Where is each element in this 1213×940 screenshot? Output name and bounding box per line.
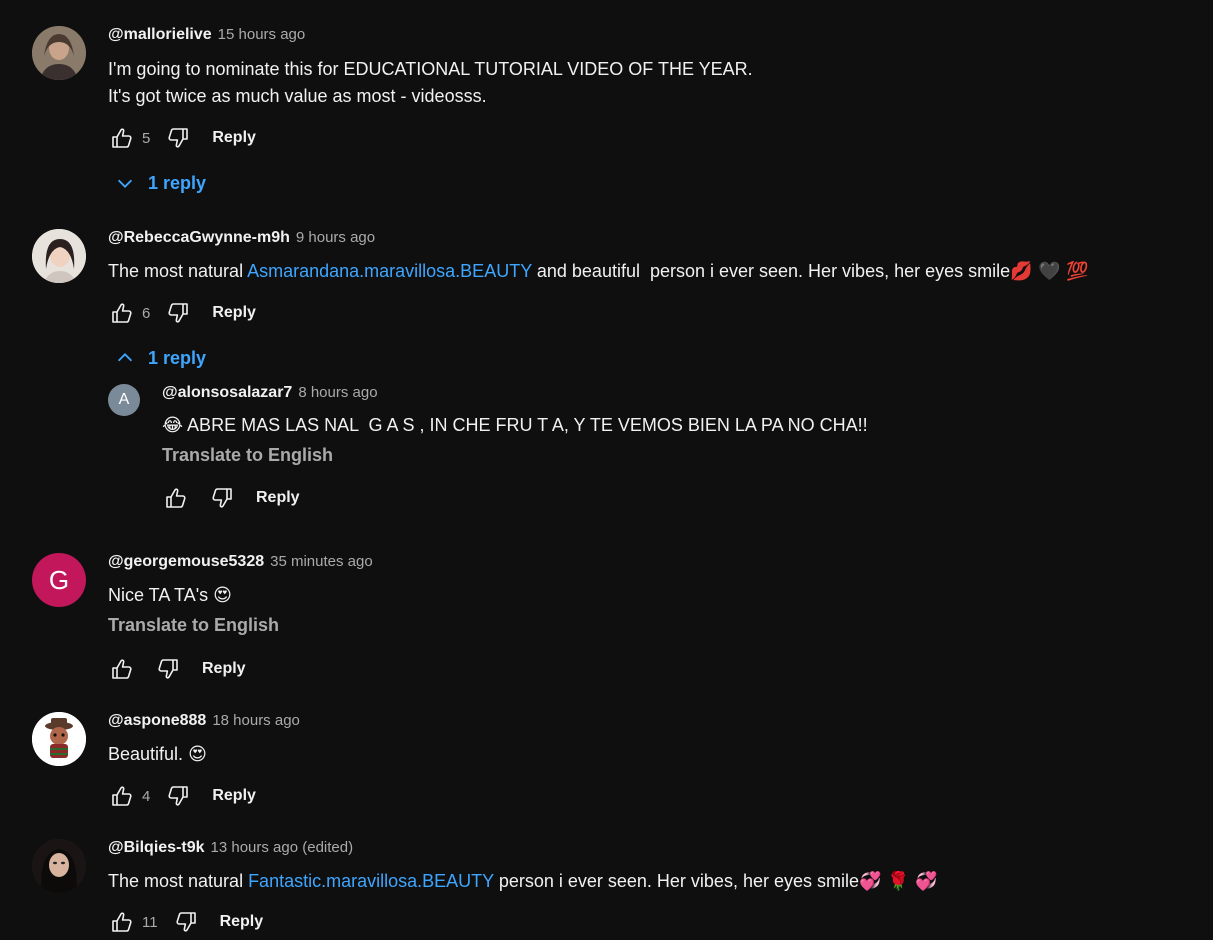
like-icon[interactable] [162, 484, 190, 512]
avatar-letter: G [48, 564, 70, 595]
like-count: 11 [142, 913, 158, 931]
comment-author[interactable]: @georgemouse5328 [108, 553, 264, 571]
translate-button[interactable]: Translate to English [108, 615, 279, 636]
comment-toolbar: 6 Reply [108, 297, 256, 329]
comment-timestamp[interactable]: 8 hours ago [298, 384, 377, 401]
comment-text: The most natural Fantastic.maravillosa.B… [108, 871, 938, 892]
avatar-figure-icon [32, 712, 86, 766]
comment-toolbar: 5 Reply [108, 122, 256, 154]
reply-button[interactable]: Reply [202, 660, 246, 678]
like-count: 6 [142, 304, 151, 322]
like-icon[interactable] [108, 124, 136, 152]
comment-toolbar: Reply [108, 653, 246, 685]
avatar-photo-icon [32, 229, 86, 283]
avatar[interactable] [32, 712, 86, 766]
like-count: 4 [142, 787, 151, 805]
replies-count-label: 1 reply [148, 172, 207, 193]
comment-author[interactable]: @RebeccaGwynne-m9h [108, 229, 290, 247]
emoji: 😍 [213, 585, 232, 606]
avatar[interactable] [32, 229, 86, 283]
comment-text: I'm going to nominate this for EDUCATION… [108, 59, 753, 106]
hide-replies-button[interactable]: 1 reply [114, 347, 206, 369]
avatar[interactable] [32, 26, 86, 80]
comment-timestamp[interactable]: 9 hours ago [296, 229, 375, 246]
dislike-icon[interactable] [164, 782, 192, 810]
emoji-group: 💞 🌹 💞 [859, 871, 938, 892]
emoji: 😍 [188, 744, 207, 765]
dislike-icon[interactable] [172, 908, 200, 936]
comment-author[interactable]: @alonsosalazar7 [162, 384, 292, 402]
view-replies-button[interactable]: 1 reply [114, 172, 206, 194]
comment-author[interactable]: @mallorielive [108, 26, 212, 44]
avatar-photo-icon [32, 26, 86, 80]
like-icon[interactable] [108, 908, 136, 936]
comment-text: The most natural Asmarandana.maravillosa… [108, 261, 1089, 282]
avatar-photo-icon [32, 839, 86, 893]
dislike-icon[interactable] [208, 484, 236, 512]
like-count: 5 [142, 129, 151, 147]
reply-button[interactable]: Reply [256, 489, 300, 507]
comment-text: Beautiful. 😍 [108, 744, 207, 765]
avatar[interactable] [32, 839, 86, 893]
emoji: 😂 [162, 415, 184, 436]
chevron-up-icon [117, 353, 133, 362]
reply-button[interactable]: Reply [220, 913, 264, 931]
like-icon[interactable] [108, 299, 136, 327]
dislike-icon[interactable] [164, 124, 192, 152]
translate-button[interactable]: Translate to English [162, 445, 333, 466]
reply-button[interactable]: Reply [212, 129, 256, 147]
comment-timestamp[interactable]: 35 minutes ago [270, 553, 373, 570]
avatar-letter: A [118, 391, 130, 408]
replies-count-label: 1 reply [148, 347, 207, 368]
comment-toolbar: 4 Reply [108, 780, 256, 812]
channel-link[interactable]: Fantastic.maravillosa.BEAUTY [248, 871, 494, 891]
avatar[interactable]: G [32, 553, 86, 607]
comment-text: Nice TA TA's 😍 [108, 585, 232, 606]
emoji-group: 💋 🖤 💯 [1010, 261, 1089, 282]
reply-button[interactable]: Reply [212, 304, 256, 322]
dislike-icon[interactable] [154, 655, 182, 683]
avatar[interactable]: A [108, 384, 140, 416]
comment-timestamp[interactable]: 15 hours ago [218, 26, 306, 43]
comment-toolbar: 11 Reply [108, 906, 263, 938]
comment-author[interactable]: @Bilqies-t9k [108, 839, 205, 857]
comment-timestamp[interactable]: 18 hours ago [212, 712, 300, 729]
comment-toolbar: Reply [162, 482, 300, 514]
channel-link[interactable]: Asmarandana.maravillosa.BEAUTY [247, 261, 532, 281]
reply-button[interactable]: Reply [212, 787, 256, 805]
like-icon[interactable] [108, 655, 136, 683]
chevron-down-icon [117, 179, 133, 188]
comment-text: 😂 ABRE MAS LAS NAL G A S , IN CHE FRU T … [162, 415, 868, 436]
comment-author[interactable]: @aspone888 [108, 712, 206, 730]
comment-timestamp[interactable]: 13 hours ago (edited) [211, 839, 354, 856]
like-icon[interactable] [108, 782, 136, 810]
dislike-icon[interactable] [164, 299, 192, 327]
